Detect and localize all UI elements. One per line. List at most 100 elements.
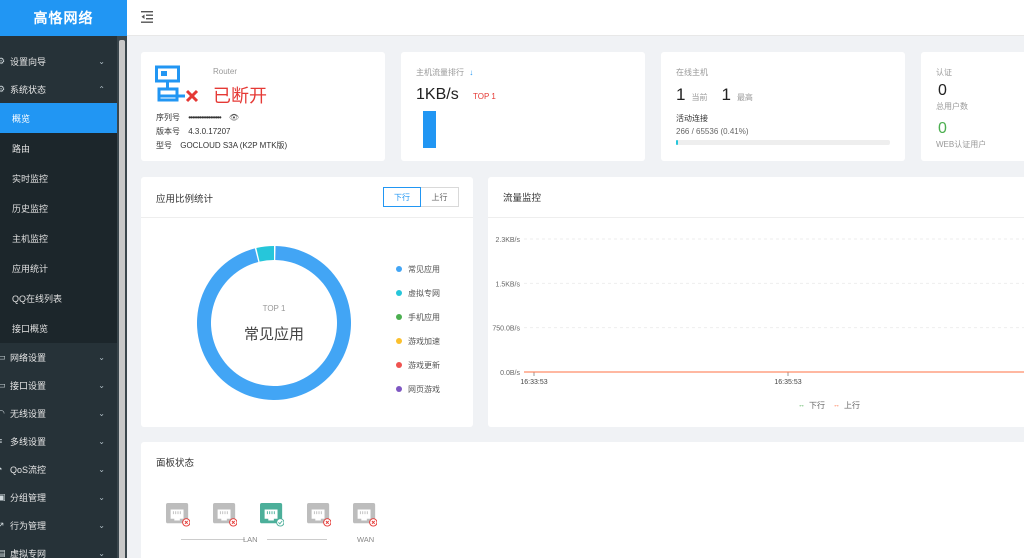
sidebar-item-group[interactable]: ▣ 分组管理 ⌄ [0,483,127,511]
menu-collapse-icon[interactable] [141,11,155,23]
sidebar: 高恪网络 ⚙ 设置向导 ⌄ ⚙ 系统状态 ⌃ 概览 路由 实时监控 历史监控 主… [0,0,127,558]
traffic-rank-title[interactable]: 主机流量排行 ↓ [416,67,473,78]
legend-label: 虚拟专网 [408,288,440,298]
legend-dot-icon [396,314,402,320]
sidebar-scrollbar[interactable] [117,36,127,558]
vpn-icon: ▤ [0,547,6,558]
legend-item[interactable]: 手机应用 [396,305,440,329]
wan-label: WAN [357,535,375,544]
legend-item[interactable]: 网页游戏 [396,377,440,401]
legend-up-label[interactable]: 上行 [844,400,860,411]
sidebar-item-label: 行为管理 [10,520,47,531]
sidebar-item-wizard[interactable]: ⚙ 设置向导 ⌄ [0,47,127,75]
sidebar-subitem-overview[interactable]: 概览 [0,103,127,133]
max-hosts-label: 最高 [736,93,753,102]
eye-off-icon[interactable]: 👁 [229,113,239,122]
sidebar-subitem-realtime[interactable]: 实时监控 [0,163,127,193]
chevron-down-icon: ⌄ [98,520,105,530]
sidebar-subitem-host[interactable]: 主机监控 [0,223,127,253]
wizard-icon: ⚙ [0,55,6,66]
y-tick-label: 2.3KB/s [495,237,520,244]
app-ratio-title: 应用比例统计 [156,194,214,205]
lan-label: LAN [243,535,258,544]
behavior-icon: ↗ [0,519,5,530]
legend-item[interactable]: 虚拟专网 [396,281,440,305]
sidebar-item-qos[interactable]: ◔ QoS流控 ⌄ [0,455,127,483]
ethernet-port-disconnected-icon[interactable] [307,503,331,527]
legend-dot-icon [396,362,402,368]
donut-center-name: 常见应用 [243,326,304,343]
serial-value: •••••••••••••••••• [188,113,221,122]
chevron-down-icon: ⌄ [98,464,105,474]
sidebar-item-label: 无线设置 [10,408,47,419]
tab-download[interactable]: 下行 [383,187,421,207]
interface-icon: ▭ [0,379,6,390]
legend-dot-icon [396,290,402,296]
active-conn-value: 266 / 65536 (0.41%) [676,127,749,136]
sidebar-item-interface-settings[interactable]: ▭ 接口设置 ⌄ [0,371,127,399]
sidebar-item-wireless[interactable]: ◠ 无线设置 ⌄ [0,399,127,427]
traffic-rank-value: 1KB/s [416,86,459,103]
legend-item[interactable]: 游戏更新 [396,353,440,377]
host-counts: 1 当前 1 最高 [676,85,753,105]
sidebar-item-status[interactable]: ⚙ 系统状态 ⌃ [0,75,127,103]
direction-tabs: 下行 上行 [383,187,459,207]
legend-item[interactable]: 游戏加速 [396,329,440,353]
serial-row: 序列号 •••••••••••••••••• 👁 [156,112,239,123]
scrollbar-thumb[interactable] [119,40,125,558]
arrow-down-icon: ↓ [469,68,474,77]
legend-item[interactable]: 常见应用 [396,257,440,281]
sidebar-item-behavior[interactable]: ↗ 行为管理 ⌄ [0,511,127,539]
serial-label: 序列号 [156,113,180,122]
sidebar-item-label: 系统状态 [10,84,47,95]
ethernet-port-disconnected-icon[interactable] [166,503,190,527]
current-hosts-value: 1 [676,85,686,104]
traffic-rank-top: TOP 1 [473,92,496,101]
ethernet-port-disconnected-icon[interactable] [213,503,237,527]
router-disconnected-icon [155,65,199,103]
traffic-monitor-card: 流量监控 0.0B/s 750.0B/s 1.5KB/s 2.3KB/s 16:33:5… [488,177,1024,427]
brand-logo[interactable]: 高恪网络 [0,0,127,36]
sidebar-item-label: 分组管理 [10,492,47,503]
tab-upload[interactable]: 上行 [421,187,459,207]
group-icon: ▣ [0,491,6,502]
sidebar-item-network[interactable]: ▭ 网络设置 ⌄ [0,343,127,371]
network-icon: ▭ [0,351,6,362]
traffic-monitor-chart[interactable]: 0.0B/s 750.0B/s 1.5KB/s 2.3KB/s 16:33:53 16:3… [488,177,1024,427]
monitor-legend: ↔ 下行 ↔ 上行 [798,400,860,411]
version-value: 4.3.0.17207 [188,127,231,136]
max-hosts-value: 1 [721,85,731,104]
online-hosts-card: 在线主机 1 当前 1 最高 活动连接 266 / 65536 (0.41%) [661,52,905,161]
sidebar-subitem-app-stats[interactable]: 应用统计 [0,253,127,283]
sidebar-item-label: QoS流控 [10,464,47,475]
lan-line-right [267,539,327,540]
x-tick-label: 16:35:53 [774,379,801,386]
sidebar-item-multiline[interactable]: ≡ 多线设置 ⌄ [0,427,127,455]
wireless-icon: ◠ [0,407,5,418]
chevron-down-icon: ⌄ [98,352,105,362]
sidebar-subitem-history[interactable]: 历史监控 [0,193,127,223]
legend-label: 网页游戏 [408,384,440,394]
auth-card: 认证 0 总用户数 0 WEB认证用户 [921,52,1024,161]
legend-marker-down-icon: ↔ [798,402,805,409]
ethernet-port-connected-icon[interactable] [260,503,284,527]
legend-down-label[interactable]: 下行 [809,400,825,411]
sidebar-subitem-interface[interactable]: 接口概览 [0,313,127,343]
traffic-rank-bar[interactable] [423,111,436,148]
app-ratio-card: 应用比例统计 下行 上行 TOP 1 常见应用 常见应用 虚拟专网 手机应用 游戏加速… [141,177,473,427]
ethernet-port-disconnected-icon[interactable] [353,503,377,527]
sidebar-item-vpn[interactable]: ▤ 虚拟专网 ⌄ [0,539,127,558]
router-status: 已断开 [213,86,267,106]
auth-title: 认证 [936,68,952,77]
total-users-label: 总用户数 [936,102,968,111]
version-label: 版本号 [156,127,180,136]
legend-label: 游戏加速 [408,336,440,346]
sidebar-subitem-qq[interactable]: QQ在线列表 [0,283,127,313]
sidebar-subitem-route[interactable]: 路由 [0,133,127,163]
current-hosts-label: 当前 [691,93,708,102]
sidebar-item-label: 接口设置 [10,380,47,391]
conn-progress-fill [676,140,678,145]
y-tick-label: 0.0B/s [500,370,520,377]
donut-slice[interactable] [256,246,274,262]
conn-progress [676,140,890,145]
